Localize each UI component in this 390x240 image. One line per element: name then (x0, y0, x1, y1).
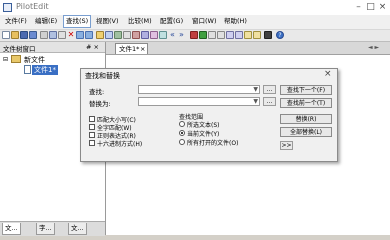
dialog-title: 查找和替换 (85, 72, 120, 80)
document-tab-bar: 文件1* × ◄ ► (106, 42, 390, 55)
column-icon[interactable] (141, 31, 149, 39)
replace-label: 替换为: (89, 100, 111, 108)
bookmark-icon[interactable] (123, 31, 131, 39)
menu-help[interactable]: 帮助(H) (222, 16, 249, 27)
paste-icon[interactable] (58, 31, 66, 39)
delete-icon[interactable]: ✕ (67, 31, 75, 39)
hex-mode-label: 十六进制方式(H) (97, 141, 143, 148)
find-dropdown-icon[interactable]: ▼ (253, 86, 258, 94)
replace-input[interactable]: ▼ (138, 97, 260, 106)
tab-files[interactable]: 文... (2, 223, 21, 235)
document-tab[interactable]: 文件1* × (115, 43, 148, 54)
menu-config[interactable]: 配置(G) (158, 16, 185, 27)
outdent-icon[interactable] (235, 31, 243, 39)
minimize-icon[interactable]: – (353, 1, 364, 13)
toolbar: ✕ « » ? (0, 30, 390, 42)
replace-dropdown-icon[interactable]: ▼ (253, 98, 258, 106)
menu-window[interactable]: 窗口(W) (190, 16, 219, 27)
regex-checkbox[interactable] (89, 132, 95, 138)
lower-case-icon[interactable] (217, 31, 225, 39)
menu-search[interactable]: 查找(S) (63, 15, 92, 28)
uncomment-icon[interactable] (253, 31, 261, 39)
tab-close-icon[interactable]: × (140, 44, 145, 55)
redo-icon[interactable] (85, 31, 93, 39)
wrap-icon[interactable] (159, 31, 167, 39)
replace-all-button[interactable]: 全部替换(L) (280, 127, 332, 137)
find-previous-button[interactable]: 查找前一个(T) (280, 98, 332, 108)
scope-selection-radio[interactable] (179, 121, 185, 127)
terminal-icon[interactable] (264, 31, 272, 39)
folder-icon (11, 55, 21, 63)
tab-scroll-arrows[interactable]: ◄ ► (368, 44, 379, 51)
scope-all-files-radio[interactable] (179, 139, 185, 145)
scope-current-file-label: 当前文件(Y) (187, 131, 220, 138)
record-macro-icon[interactable] (190, 31, 198, 39)
tab-fonts[interactable]: 字... (36, 223, 55, 235)
new-file-icon[interactable] (2, 31, 10, 39)
tree-root-label[interactable]: 新文件 (24, 55, 45, 65)
save-icon[interactable] (20, 31, 28, 39)
pin-close-icon[interactable]: # × (86, 43, 99, 51)
tree-file-item[interactable]: 文件1* (32, 65, 58, 75)
dialog-close-icon[interactable]: × (324, 69, 332, 79)
scope-all-files-label: 所有打开的文件(O) (187, 140, 239, 147)
find-label: 查找: (89, 88, 105, 96)
hex-mode-checkbox[interactable] (89, 140, 95, 146)
scope-current-file-radio[interactable] (179, 130, 185, 136)
tab-folders-label: 文... (71, 224, 84, 232)
document-tab-label: 文件1* (119, 45, 140, 53)
play-macro-icon[interactable] (199, 31, 207, 39)
tab-files-label: 文... (5, 224, 18, 232)
menu-edit[interactable]: 编辑(E) (33, 16, 59, 27)
find-replace-dialog: 查找和替换 × 查找: ▼ ... 替换为: ▼ ... 匹配大小写(C) 全字… (80, 68, 338, 162)
more-options-button[interactable]: >> (280, 141, 293, 150)
replace-icon[interactable] (105, 31, 113, 39)
menu-view[interactable]: 视图(V) (94, 16, 121, 27)
whole-word-checkbox[interactable] (89, 124, 95, 130)
menu-bar: 文件(F) 编辑(E) 查找(S) 视图(V) 比较(M) 配置(G) 窗口(W… (0, 15, 390, 30)
replace-browse-button[interactable]: ... (263, 97, 276, 106)
window-title: PilotEdit (16, 2, 49, 11)
tab-fonts-label: 字... (39, 224, 52, 232)
upper-case-icon[interactable] (208, 31, 216, 39)
find-input[interactable]: ▼ (138, 85, 260, 94)
comment-icon[interactable] (244, 31, 252, 39)
menu-compare[interactable]: 比较(M) (126, 16, 154, 27)
file-tree-header: 文件树窗口 # × (0, 42, 105, 53)
save-all-icon[interactable] (29, 31, 37, 39)
menu-file[interactable]: 文件(F) (3, 16, 29, 27)
file-tree-title: 文件树窗口 (3, 45, 36, 53)
open-folder-icon[interactable] (11, 31, 19, 39)
file-icon (24, 65, 31, 74)
find-icon[interactable] (96, 31, 104, 39)
double-left-icon[interactable]: « (170, 31, 178, 39)
help-icon[interactable]: ? (276, 31, 284, 39)
tree-expand-icon[interactable]: ⊟ (3, 56, 8, 63)
goto-icon[interactable] (114, 31, 122, 39)
scope-selection-label: 所选文本(S) (187, 122, 220, 129)
compare-icon[interactable] (132, 31, 140, 39)
double-right-icon[interactable]: » (179, 31, 187, 39)
match-case-checkbox[interactable] (89, 116, 95, 122)
panel-tabs: 文... 字... 文... (0, 221, 105, 236)
maximize-icon[interactable]: □ (365, 1, 376, 13)
close-icon[interactable]: × (377, 1, 388, 13)
print-icon[interactable] (40, 31, 48, 39)
indent-icon[interactable] (226, 31, 234, 39)
find-browse-button[interactable]: ... (263, 85, 276, 94)
hex-icon[interactable] (150, 31, 158, 39)
title-bar: PilotEdit – □ × (0, 0, 390, 15)
app-icon (3, 3, 12, 12)
find-next-button[interactable]: 查找下一个(F) (280, 85, 332, 95)
replace-button[interactable]: 替换(R) (280, 114, 332, 124)
undo-icon[interactable] (76, 31, 84, 39)
copy-icon[interactable] (49, 31, 57, 39)
tab-folders[interactable]: 文... (68, 223, 87, 235)
